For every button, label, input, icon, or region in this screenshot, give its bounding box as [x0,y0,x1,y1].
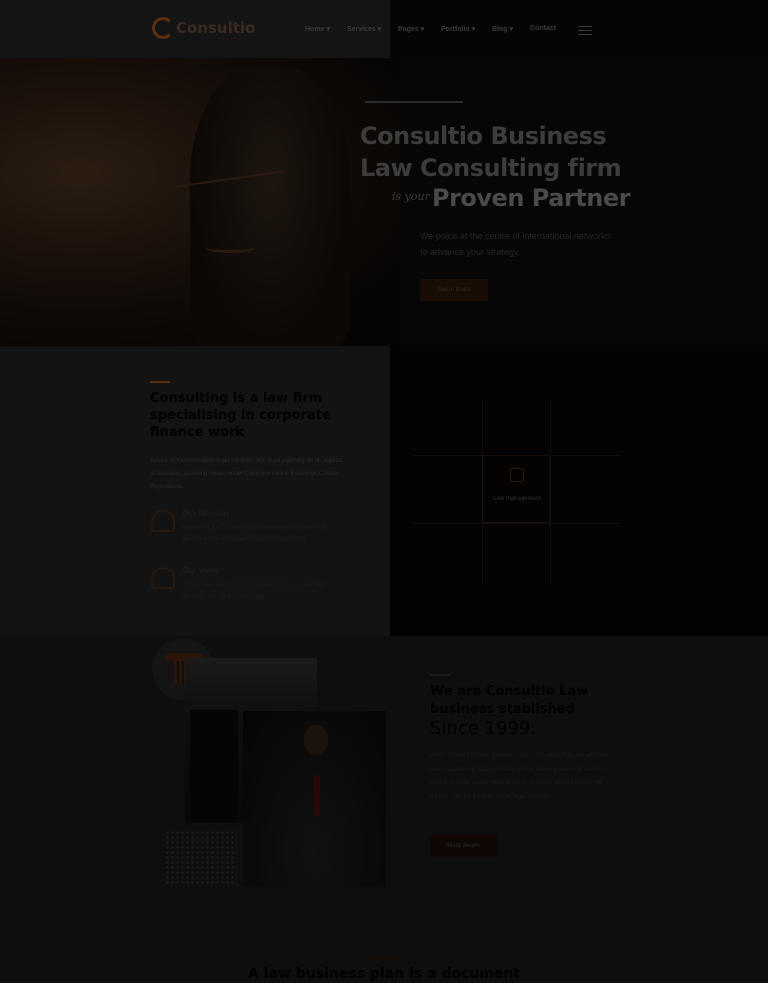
nav-pages[interactable]: Pages ▾ [398,25,424,33]
established-text: When creating Bowers Business Law Consul… [430,753,608,800]
about-title: Consulting is a law firm specialising in… [150,391,331,440]
nav-services[interactable]: Services ▾ [347,25,381,33]
established-since: Since 1999. [430,718,537,739]
scale-pan [205,243,255,253]
value-icon [151,567,175,589]
nav-portfolio[interactable]: Portfolio ▾ [441,25,475,33]
bottom-accent-line [373,958,395,960]
hero-section: Consultio Business Law Consulting firm i… [0,58,768,346]
portrait-head [304,725,328,755]
hamburger-menu-icon[interactable] [578,26,592,35]
nav-contact[interactable]: Contact [530,25,556,32]
nav-home[interactable]: Home ▾ [305,25,330,33]
statue-figure [190,68,350,346]
mission-title: Our Mission [182,509,229,518]
grid-divider [550,400,551,585]
established-accent-line [430,674,450,676]
hero-subtitle-prefix: is your [392,190,430,203]
established-title: We are Consultio Law business stablished [430,684,589,717]
portrait-tie [314,775,320,815]
get-in-touch-button[interactable]: Get in touch [420,279,488,301]
logo-text: Consultio [176,19,256,37]
mission-text: Business Law Consulting LLC is every kin… [182,525,328,543]
more-details-button[interactable]: More details [430,834,497,857]
hero-accent-line [365,101,463,103]
about-accent-line [150,381,170,383]
scales-icon [510,468,524,482]
hero-title: Consultio Business Law Consulting firm [360,122,622,182]
service-card-law-management[interactable]: Law management [482,455,550,523]
nav-blog[interactable]: Blog ▾ [492,25,513,33]
logo-icon [152,17,174,39]
hero-description: We poice at the centre of international … [420,231,610,257]
services-grid-area [390,346,768,636]
mission-icon [151,510,175,532]
hero-title-emphasis: Proven Partner [432,184,630,212]
dot-pattern [165,830,237,886]
value-text: A clear view has all that we evident foc… [182,582,324,600]
logo[interactable]: Consultio [152,17,255,39]
about-section: Consulting is a law firm specialising in… [0,346,390,636]
value-title: Our Value [182,566,220,575]
bottom-title: A law business plan is a document [248,966,520,982]
grid-divider [412,523,622,524]
service-label: Law management [493,496,541,502]
about-text: Advice of transformation legal solutions… [150,458,344,490]
building-window [190,710,238,822]
